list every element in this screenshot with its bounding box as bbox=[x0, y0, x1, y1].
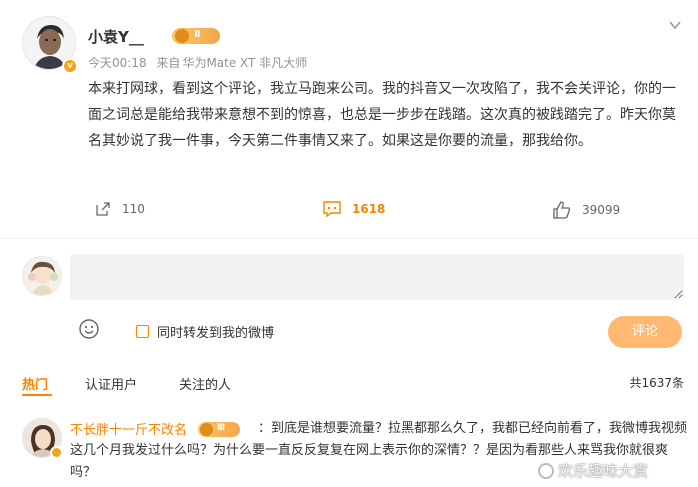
repost-button[interactable]: 110 bbox=[94, 200, 145, 218]
emoji-icon[interactable] bbox=[78, 318, 100, 340]
commenter-level-badge: III bbox=[198, 422, 240, 437]
level-label: II bbox=[194, 29, 201, 40]
crown-icon bbox=[200, 423, 213, 436]
verified-badge-icon: v bbox=[62, 58, 78, 74]
comment-icon bbox=[323, 201, 341, 218]
comment-action-button[interactable]: 1618 bbox=[322, 200, 385, 218]
submit-comment-button[interactable]: 评论 bbox=[608, 316, 682, 348]
repost-to-weibo-option[interactable]: 同时转发到我的微博 bbox=[136, 322, 274, 341]
tab-following[interactable]: 关注的人 bbox=[179, 374, 231, 393]
author-name[interactable]: 小袁Y__ bbox=[88, 26, 144, 47]
crown-icon bbox=[175, 29, 189, 43]
like-count: 39099 bbox=[582, 203, 621, 217]
post-actions: 110 1618 39099 bbox=[0, 196, 698, 226]
post-source: 华为Mate XT 非凡大师 bbox=[182, 56, 308, 70]
chevron-down-icon[interactable] bbox=[668, 18, 682, 32]
watermark: 欢乐趣味大赏 bbox=[538, 460, 648, 481]
level-label: III bbox=[217, 423, 225, 433]
tab-hot[interactable]: 热门 bbox=[22, 374, 48, 393]
composer-toolbar: 同时转发到我的微博 评论 bbox=[78, 316, 688, 348]
comment-count: 1618 bbox=[352, 202, 386, 216]
weibo-logo-icon bbox=[538, 462, 554, 479]
current-user-avatar[interactable] bbox=[22, 256, 62, 296]
total-comment-count: 共1637条 bbox=[629, 376, 684, 390]
comment-sort-tabs: 热门 认证用户 关注的人 共1637条 bbox=[22, 370, 684, 396]
post-meta: 今天00:18 来自 华为Mate XT 非凡大师 bbox=[88, 54, 313, 71]
active-tab-indicator bbox=[22, 394, 52, 396]
share-icon bbox=[96, 202, 110, 216]
thumbs-up-icon bbox=[553, 201, 571, 219]
comment-input[interactable] bbox=[70, 254, 684, 300]
repost-count: 110 bbox=[122, 202, 145, 216]
post-header: v 小袁Y__ II 今天00:18 来自 华为Mate XT 非凡大师 bbox=[22, 16, 682, 76]
verified-badge-icon bbox=[50, 446, 63, 459]
section-divider bbox=[0, 238, 698, 239]
repost-option-label: 同时转发到我的微博 bbox=[157, 326, 275, 341]
watermark-text: 欢乐趣味大赏 bbox=[558, 462, 649, 480]
post-time[interactable]: 今天00:18 bbox=[88, 56, 147, 70]
source-prefix: 来自 bbox=[156, 56, 181, 70]
commenter-name[interactable]: 不长胖十一斤不改名 bbox=[70, 419, 187, 438]
repost-checkbox[interactable] bbox=[136, 325, 149, 338]
user-level-badge: II bbox=[172, 28, 220, 44]
like-button[interactable]: 39099 bbox=[552, 200, 620, 220]
tab-verified-users[interactable]: 认证用户 bbox=[85, 374, 137, 393]
post-body: 本来打网球，看到这个评论，我立马跑来公司。我的抖音又一次攻陷了，我不会关评论，你… bbox=[88, 81, 676, 149]
